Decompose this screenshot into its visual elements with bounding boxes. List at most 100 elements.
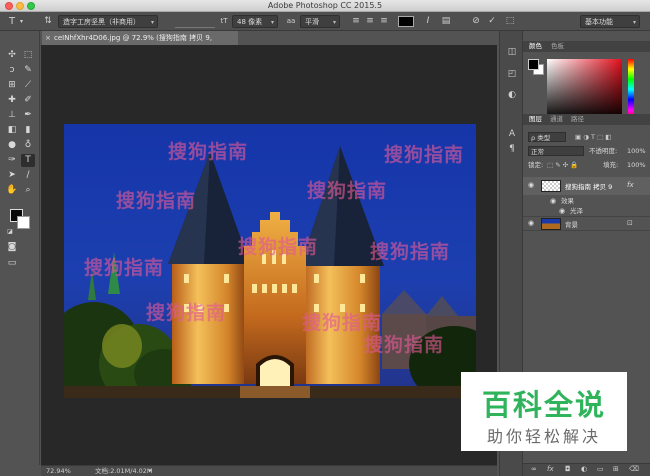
layer-thumbnail <box>541 218 561 230</box>
eye-icon[interactable]: ◉ <box>528 219 534 227</box>
layer-row-text[interactable]: ◉ 搜狗指南 拷贝 9 fx <box>523 177 650 195</box>
character-panel-icon[interactable]: ▤ <box>440 15 452 28</box>
lasso-tool-icon[interactable]: ↄ <box>5 64 19 77</box>
chevron-down-icon: ▾ <box>632 19 636 26</box>
path-select-tool-icon[interactable]: ➤ <box>5 169 19 182</box>
zoom-tool-icon[interactable]: ⌕ <box>21 184 35 197</box>
fx-icon[interactable]: fx <box>627 181 634 189</box>
quick-mask-icon[interactable]: ◙ <box>5 241 19 254</box>
logo-subtitle: 助你轻松解决 <box>486 427 601 446</box>
layer-name: 背景 <box>565 221 578 229</box>
type-tool-icon[interactable]: T <box>21 154 35 167</box>
tab-paths[interactable]: 路径 <box>571 114 584 125</box>
tab-channels[interactable]: 通道 <box>550 114 563 125</box>
foreground-swatch[interactable] <box>528 59 539 70</box>
watermark-text: 搜狗指南 <box>84 257 165 279</box>
layer-filter-row: ρ 类型 ▣ ◑ T ⬚ ◧ <box>523 131 650 143</box>
new-group-icon[interactable]: ▭ <box>597 465 604 473</box>
add-mask-icon[interactable]: ◘ <box>565 465 571 473</box>
commit-icon[interactable]: ✓ <box>486 15 498 28</box>
lock-icons[interactable]: ⬚ ✎ ✣ 🔒 <box>547 159 578 171</box>
screen-mode-icon[interactable]: ▭ <box>5 257 19 270</box>
adjust-panel-icon[interactable]: ◐ <box>505 89 519 102</box>
trash-icon[interactable]: ⌫ <box>629 465 639 473</box>
close-icon[interactable]: × <box>45 31 51 45</box>
dodge-tool-icon[interactable]: ♁ <box>21 139 35 152</box>
align-right-icon[interactable]: ≡ <box>378 15 390 28</box>
watermark-text: 搜狗指南 <box>364 334 445 356</box>
clone-stamp-tool-icon[interactable]: ⊥ <box>5 109 19 122</box>
move-tool-icon[interactable]: ✣ <box>5 49 19 62</box>
marquee-tool-icon[interactable]: ⬚ <box>21 49 35 62</box>
kind-filter-select[interactable]: ρ 类型 <box>528 132 566 142</box>
layers-panel-tabs: 图层 通道 路径 <box>523 114 650 125</box>
quick-select-tool-icon[interactable]: ✎ <box>21 64 35 77</box>
antialias-value: 平滑 <box>305 18 319 26</box>
blur-tool-icon[interactable]: ● <box>5 139 19 152</box>
healing-brush-tool-icon[interactable]: ✚ <box>5 94 19 107</box>
new-layer-icon[interactable]: ⊞ <box>613 465 619 473</box>
watermark-text: 搜狗指南 <box>307 180 388 202</box>
text-color-swatch[interactable] <box>398 16 414 27</box>
shape-tool-icon[interactable]: ∕ <box>21 169 35 182</box>
hue-slider[interactable] <box>628 59 634 120</box>
app-title: Adobe Photoshop CC 2015.5 <box>267 1 383 10</box>
window-titlebar: Adobe Photoshop CC 2015.5 <box>0 0 650 12</box>
3d-text-icon[interactable]: ⬚ <box>504 15 516 28</box>
chevron-down-icon: ▾ <box>270 19 274 26</box>
font-style-select[interactable] <box>175 15 215 28</box>
eraser-tool-icon[interactable]: ◧ <box>5 124 19 137</box>
watermark-text: 搜狗指南 <box>370 241 451 263</box>
font-size-icon: tT <box>220 17 228 25</box>
add-style-icon[interactable]: fx <box>547 465 554 473</box>
link-layers-icon[interactable]: ∞ <box>531 465 537 473</box>
status-menu-icon[interactable]: ▸ <box>149 466 152 476</box>
hand-tool-icon[interactable]: ✋ <box>5 184 19 197</box>
brush-tool-icon[interactable]: ✐ <box>21 94 35 107</box>
font-size-select[interactable]: 48 像素 ▾ <box>232 15 278 28</box>
document-info: 文档:2.01M/4.02M <box>95 467 153 475</box>
align-left-icon[interactable]: ≡ <box>350 15 362 28</box>
history-panel-icon[interactable]: ◫ <box>505 46 519 59</box>
history-brush-tool-icon[interactable]: ✒ <box>21 109 35 122</box>
workspace-select[interactable]: 基本功能 ▾ <box>580 15 640 28</box>
workspace-value: 基本功能 <box>585 18 613 26</box>
antialias-select[interactable]: 平滑 ▾ <box>300 15 340 28</box>
font-size-value: 48 像素 <box>237 18 263 26</box>
swatch-panel-icon[interactable]: ◰ <box>505 68 519 81</box>
logo-title: 百科全说 <box>481 388 606 422</box>
document-tab[interactable]: × ceINhfXhr4D06.jpg @ 72.9% (搜狗指南 拷贝 9, … <box>42 31 238 56</box>
watermark-text: 搜狗指南 <box>116 190 197 212</box>
layer-row-background[interactable]: ◉ 背景 ⊡ <box>523 216 650 231</box>
tool-preset-caret-icon[interactable]: ▾ <box>20 15 23 28</box>
color-picker-field[interactable] <box>547 59 622 120</box>
align-center-icon[interactable]: ≡ <box>364 15 376 28</box>
warp-text-icon[interactable]: Ⅰ <box>422 15 434 28</box>
color-panel-tabs: 颜色 色板 <box>523 41 650 52</box>
tab-color[interactable]: 颜色 <box>529 41 542 52</box>
pen-tool-icon[interactable]: ✑ <box>5 154 19 167</box>
opacity-value[interactable]: 100% <box>627 145 646 157</box>
tab-swatches[interactable]: 色板 <box>551 41 564 52</box>
default-colors-icon[interactable]: ◪ <box>3 225 17 238</box>
type-tool-preset-icon[interactable]: T <box>6 15 18 28</box>
tab-layers[interactable]: 图层 <box>529 114 542 125</box>
background-color-swatch[interactable] <box>17 216 30 229</box>
blend-mode-select[interactable]: 正常 <box>528 146 584 156</box>
eyedropper-tool-icon[interactable]: ⟋ <box>21 79 35 92</box>
zoom-level[interactable]: 72.94% <box>46 466 71 476</box>
document-image[interactable]: 搜狗指南 搜狗指南 搜狗指南 搜狗指南 搜狗指南 搜狗指南 搜狗指南 搜狗指南 … <box>64 124 476 398</box>
adjustment-layer-icon[interactable]: ◐ <box>581 465 587 473</box>
fill-value[interactable]: 100% <box>627 159 646 171</box>
status-bar: 72.94% 文档:2.01M/4.02M ▸ <box>41 465 497 476</box>
character-panel-icon[interactable]: A <box>505 128 519 141</box>
text-orientation-icon[interactable]: ⇅ <box>42 15 54 28</box>
watermark-text: 搜狗指南 <box>238 236 319 258</box>
paragraph-panel-icon[interactable]: ¶ <box>505 143 519 156</box>
filter-icons[interactable]: ▣ ◑ T ⬚ ◧ <box>575 131 611 143</box>
eye-icon[interactable]: ◉ <box>528 181 534 189</box>
gradient-tool-icon[interactable]: ▮ <box>21 124 35 137</box>
crop-tool-icon[interactable]: ⊞ <box>5 79 19 92</box>
font-family-select[interactable]: 造字工房坚黑（非商用） ▾ <box>58 15 158 28</box>
cancel-icon[interactable]: ⊘ <box>470 15 482 28</box>
